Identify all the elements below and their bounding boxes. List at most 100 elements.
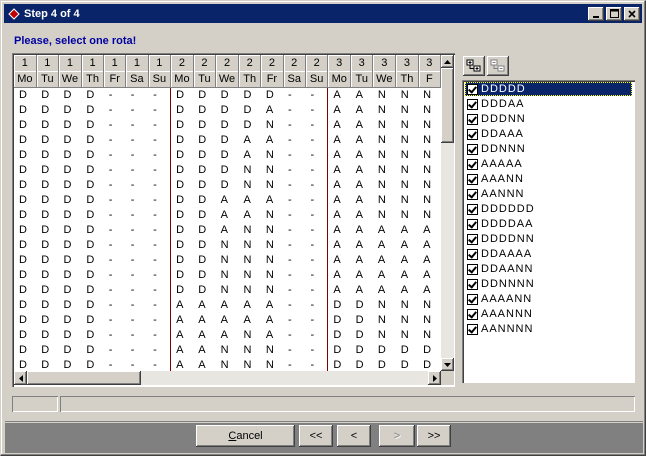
- rota-list-item[interactable]: DDAAA: [465, 127, 632, 141]
- rota-list-item[interactable]: DDAAAA: [465, 247, 632, 261]
- rota-checkbox[interactable]: [467, 113, 478, 125]
- instruction-text: Please, select one rota!: [14, 35, 137, 47]
- rota-row[interactable]: DDDD---AAAAA--DDNNN: [14, 312, 441, 328]
- rota-list-item[interactable]: DDDNN: [465, 112, 632, 126]
- rota-list-item[interactable]: AAANNN: [465, 307, 632, 321]
- cancel-button[interactable]: Cancel: [196, 425, 295, 447]
- shift-cell: D: [86, 149, 95, 161]
- rota-list-item[interactable]: AANNN: [465, 187, 632, 201]
- rota-checkbox[interactable]: [467, 203, 478, 215]
- shift-cell: A: [355, 224, 363, 236]
- shift-cell: A: [423, 224, 431, 236]
- first-step-button[interactable]: <<: [299, 425, 333, 447]
- horizontal-scroll-thumb[interactable]: [27, 371, 141, 385]
- rota-list[interactable]: DDDDD DDDAA DDDNN DDAAA DDNNN AAAAA AAANN AANNN…: [462, 80, 635, 383]
- rota-list-item[interactable]: DDDDNN: [465, 232, 632, 246]
- rota-list-item[interactable]: AANNNN: [465, 322, 632, 336]
- maximize-button[interactable]: [606, 6, 622, 21]
- rota-row[interactable]: DDDD---AAAAA--DDNNN: [14, 297, 441, 313]
- rota-list-item[interactable]: DDDDAA: [465, 217, 632, 231]
- rota-grid[interactable]: 1111111222222233333 Mo Tu We Th Fr Sa Su Mo Tu We…: [12, 53, 455, 387]
- shift-cell: D: [19, 239, 27, 251]
- rota-checkbox[interactable]: [467, 233, 478, 245]
- last-step-button[interactable]: >>: [417, 425, 451, 447]
- rota-row[interactable]: DDDD---DDNNN--AAAAA: [14, 282, 441, 298]
- rota-row[interactable]: DDDD---DDDAA--AANNN: [14, 132, 441, 148]
- rota-list-item[interactable]: DDNNN: [465, 142, 632, 156]
- previous-step-button[interactable]: <: [337, 425, 371, 447]
- rota-row[interactable]: DDDD---DDANN--AAAAA: [14, 222, 441, 238]
- shift-cell: A: [400, 224, 409, 236]
- rota-checkbox[interactable]: [467, 143, 478, 155]
- rota-row[interactable]: DDDD---DDDDA--AANNN: [14, 102, 441, 118]
- rota-list-item[interactable]: AAANN: [465, 172, 632, 186]
- shift-cell: D: [170, 117, 194, 133]
- rota-checkbox[interactable]: [467, 128, 478, 140]
- title-bar[interactable]: Step 4 of 4: [4, 4, 642, 23]
- shift-cell: D: [220, 164, 229, 176]
- shift-cell: -: [130, 164, 135, 176]
- shift-cell: D: [198, 119, 207, 131]
- day-header: Mo: [170, 71, 194, 88]
- rota-list-item[interactable]: DDDAA: [465, 97, 632, 111]
- scroll-up-button[interactable]: [441, 55, 454, 68]
- rota-row[interactable]: DDDD---DDNNN--AAAAA: [14, 267, 441, 283]
- rota-checkbox[interactable]: [467, 218, 478, 230]
- minimize-button[interactable]: [588, 6, 604, 21]
- close-button[interactable]: [624, 6, 640, 21]
- scroll-down-button[interactable]: [441, 358, 454, 371]
- shift-cell: D: [220, 134, 229, 146]
- rota-list-item[interactable]: DDDDD: [465, 82, 632, 96]
- rota-row[interactable]: DDDD---DDDDD--AANNN: [14, 87, 441, 103]
- rota-list-item[interactable]: AAAANN: [465, 292, 632, 306]
- scroll-left-button[interactable]: [14, 371, 27, 385]
- rota-row[interactable]: DDDD---DDDDN--AANNN: [14, 117, 441, 133]
- rota-checkbox[interactable]: [467, 263, 478, 275]
- rota-row[interactable]: DDDD---AAANA--DDNNN: [14, 327, 441, 343]
- next-step-button[interactable]: >: [379, 425, 415, 447]
- expand-tree-button[interactable]: [463, 56, 485, 76]
- rota-list-item[interactable]: DDAANN: [465, 262, 632, 276]
- shift-cell: D: [198, 239, 207, 251]
- rota-checkbox[interactable]: [467, 278, 478, 290]
- rota-row[interactable]: DDDD---AANNN--DDDDD: [14, 342, 441, 358]
- shift-cell: D: [41, 359, 50, 371]
- shift-cell: A: [377, 254, 386, 266]
- shift-cell: A: [243, 194, 251, 206]
- vertical-scrollbar[interactable]: [441, 55, 454, 371]
- rota-row[interactable]: DDDD---DDAAA--AANNN: [14, 192, 441, 208]
- horizontal-scrollbar[interactable]: [14, 371, 441, 385]
- rota-pattern-label: DDDDAA: [481, 218, 534, 230]
- rota-checkbox[interactable]: [467, 293, 478, 305]
- rota-row[interactable]: DDDD---DDNNN--AAAAA: [14, 252, 441, 268]
- rota-row[interactable]: DDDD---AANNN--DDDDD: [14, 357, 441, 371]
- shift-cell: A: [355, 119, 363, 131]
- day-header: Su: [305, 71, 329, 88]
- rota-checkbox[interactable]: [467, 173, 478, 185]
- rota-row[interactable]: DDDD---DDDAN--AANNN: [14, 147, 441, 163]
- rota-checkbox[interactable]: [467, 158, 478, 170]
- shift-cell: N: [377, 209, 386, 221]
- collapse-tree-button[interactable]: [487, 56, 509, 76]
- shift-cell: A: [327, 282, 351, 298]
- scroll-right-button[interactable]: [428, 371, 441, 385]
- rota-checkbox[interactable]: [467, 248, 478, 260]
- vertical-scroll-thumb[interactable]: [441, 68, 454, 143]
- shift-cell: A: [170, 342, 194, 358]
- day-header: Tu: [36, 71, 60, 88]
- week-number-header: 3: [395, 55, 419, 71]
- rota-list-item[interactable]: DDDDDD: [465, 202, 632, 216]
- rota-list-item[interactable]: AAAAA: [465, 157, 632, 171]
- rota-row[interactable]: DDDD---DDDNN--AANNN: [14, 162, 441, 178]
- rota-checkbox[interactable]: [467, 83, 478, 95]
- rota-pattern-label: DDDNN: [481, 113, 526, 125]
- rota-checkbox[interactable]: [467, 98, 478, 110]
- rota-checkbox[interactable]: [467, 188, 478, 200]
- rota-row[interactable]: DDDD---DDNNN--AAAAA: [14, 237, 441, 253]
- rota-checkbox[interactable]: [467, 323, 478, 335]
- rota-list-item[interactable]: DDNNNN: [465, 277, 632, 291]
- rota-row[interactable]: DDDD---DDAAN--AANNN: [14, 207, 441, 223]
- shift-cell: D: [198, 179, 207, 191]
- rota-row[interactable]: DDDD---DDDNN--AANNN: [14, 177, 441, 193]
- rota-checkbox[interactable]: [467, 308, 478, 320]
